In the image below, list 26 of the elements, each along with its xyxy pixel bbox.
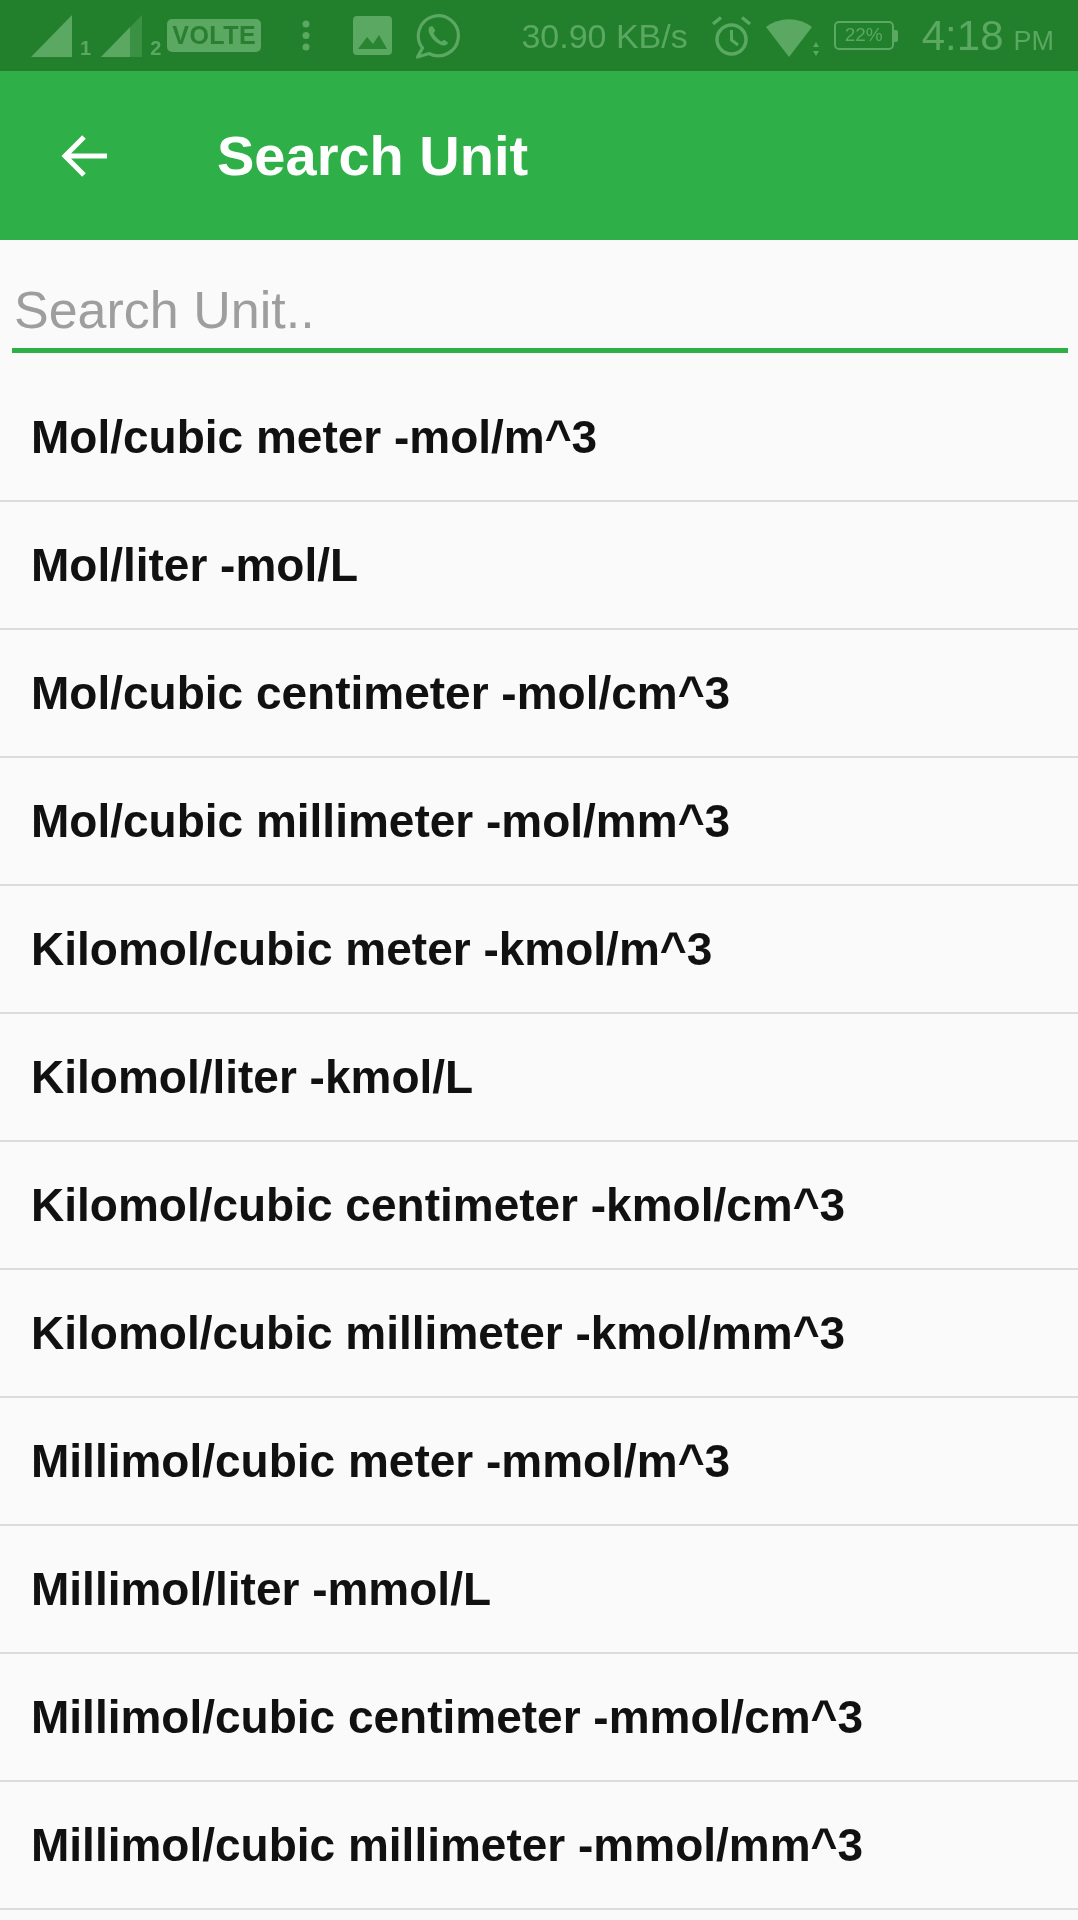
- clock-time: 4:18: [921, 12, 1004, 59]
- signal-icon: [101, 14, 143, 57]
- time-period: PM: [1013, 25, 1054, 56]
- unit-list-item[interactable]: Mol/cubic meter -mol/m^3: [0, 374, 1078, 502]
- phone-bubble-icon: [415, 12, 462, 59]
- network-speed: 30.90 KB/s: [521, 15, 688, 56]
- unit-list-item[interactable]: Mol/cubic centimeter -mol/cm^3: [0, 630, 1078, 758]
- battery-indicator: 22%: [833, 21, 898, 50]
- unit-list-item[interactable]: Millimol/cubic centimeter -mmol/cm^3: [0, 1654, 1078, 1782]
- sim-label: 2: [150, 37, 162, 58]
- unit-list-item[interactable]: Kilomol/liter -kmol/L: [0, 1014, 1078, 1142]
- search-field[interactable]: Search Unit..: [12, 280, 1068, 353]
- alarm-clock-icon: [710, 14, 752, 57]
- unit-list-item[interactable]: Millimol/liter -mmol/L: [0, 1526, 1078, 1654]
- more-dots-icon: [302, 20, 311, 51]
- image-icon: [353, 16, 393, 55]
- sim-label: 1: [80, 37, 92, 58]
- screen-title: Search Unit: [217, 123, 529, 188]
- unit-list-item[interactable]: Kilomol/cubic millimeter -kmol/mm^3: [0, 1270, 1078, 1398]
- unit-list-item[interactable]: Millimol/cubic millimeter -mmol/mm^3: [0, 1782, 1078, 1910]
- unit-list-item[interactable]: Millimol/cubic meter -mmol/m^3: [0, 1398, 1078, 1526]
- unit-list-item[interactable]: Kilomol/cubic centimeter -kmol/cm^3: [0, 1142, 1078, 1270]
- unit-list-item[interactable]: Mol/liter -mol/L: [0, 502, 1078, 630]
- unit-list-item[interactable]: Mol/cubic millimeter -mol/mm^3: [0, 758, 1078, 886]
- unit-list-item[interactable]: Kilomol/cubic meter -kmol/m^3: [0, 886, 1078, 1014]
- signal-icon: [31, 14, 72, 57]
